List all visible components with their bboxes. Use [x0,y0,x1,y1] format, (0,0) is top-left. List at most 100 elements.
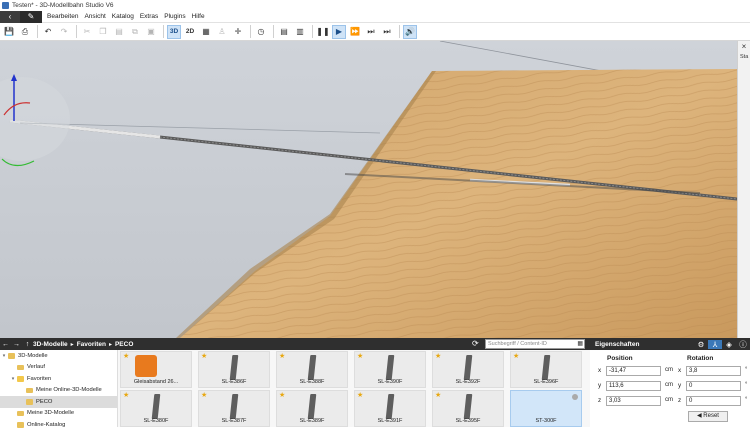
tree-item[interactable]: ▾ 3D-Modelle [0,350,117,362]
favorite-star-icon[interactable]: ★ [513,352,519,360]
rotation-y-field[interactable]: 0 [686,381,741,391]
search-options-icon[interactable]: ▦ [577,340,583,349]
favorite-star-icon[interactable]: ★ [279,391,285,399]
catalog-item[interactable]: ★ SL-E388F [276,351,348,388]
properties-panel: Position Rotation x -31,47 cm y 113,6 cm z 3,03… [590,350,750,427]
reset-label: Reset [703,413,719,419]
favorite-star-icon[interactable]: ★ [357,352,363,360]
catalog-item[interactable]: ★ Gleisabstand 26... [120,351,192,388]
folder-icon [17,364,24,370]
catalog-item[interactable]: ★ SL-E387F [198,390,270,427]
properties-title: Eigenschaften [595,340,640,348]
paste-icon[interactable]: ▤ [112,25,126,39]
track-piece-icon [541,355,551,380]
toolbar: 💾 ⎙ ↶ ↷ ✂ ❐ ▤ ⧉ ▣ 3D 2D ▦ ♙ ✛ ◷ ▤ ▥ ❚❚ ▶… [0,23,750,41]
search-input[interactable]: Suchbegriff / Content-ID ▦ [485,339,585,349]
refresh-icon[interactable]: ⟳ [472,339,479,348]
menu-extras[interactable]: Extras [137,13,161,20]
favorite-star-icon[interactable]: ★ [435,352,441,360]
close-icon[interactable]: × [738,42,750,51]
back-nav-button[interactable]: ‹ [0,10,20,23]
tree-item[interactable]: Meine Online-3D-Modelle [0,385,117,397]
expander-icon[interactable]: ▾ [0,353,8,359]
menu-ansicht[interactable]: Ansicht [81,13,108,20]
menu-katalog[interactable]: Katalog [109,13,137,20]
menu-plugins[interactable]: Plugins [161,13,188,20]
favorite-star-icon[interactable]: ★ [123,352,129,360]
print-icon[interactable]: ⎙ [18,25,32,39]
view-2d-button[interactable]: 2D [183,25,197,39]
info-icon[interactable]: ⓘ [736,339,750,350]
crosshair-icon[interactable]: ✛ [231,25,245,39]
tree-item-label: PECO [36,398,53,405]
catalog-item-label: Gleisabstand 26... [133,379,179,385]
track-piece-icon [229,394,239,419]
catalog-item[interactable]: ★ SL-E380F [120,390,192,427]
save-icon[interactable]: 💾 [2,25,16,39]
favorite-star-icon[interactable]: ★ [279,352,285,360]
menu-bearbeiten[interactable]: Bearbeiten [44,13,81,20]
sound-icon[interactable]: 🔊 [403,24,417,39]
rotation-axis-label: y [678,382,682,389]
clock-icon[interactable]: ◷ [254,25,268,39]
reset-button[interactable]: ◀ Reset [688,411,728,422]
favorite-star-icon[interactable]: ★ [357,391,363,399]
catalog-item[interactable]: ★ SL-E392F [432,351,504,388]
pencil-icon: ✎ [27,12,35,21]
position-y-field[interactable]: 113,6 [606,381,661,391]
favorite-star-icon[interactable]: ★ [201,391,207,399]
up-arrow-icon[interactable]: ↑ [22,341,33,348]
3d-viewport[interactable] [0,41,737,338]
image-icon[interactable]: ▥ [293,25,307,39]
tree-item[interactable]: Verlauf [0,362,117,374]
catalog-item[interactable]: ST-300F [510,390,582,427]
menu-hilfe[interactable]: Hilfe [189,13,208,20]
catalog-item[interactable]: ★ SL-E396F [510,351,582,388]
gear-icon[interactable]: ⚙ [694,340,708,349]
window-title: Testen* - 3D-Modellbahn Studio V6 [12,2,114,9]
side-tab-label[interactable]: Sta [738,54,750,60]
tree-item[interactable]: Meine 3D-Modelle [0,408,117,420]
grid-icon[interactable]: ▦ [199,25,213,39]
undo-icon[interactable]: ↶ [41,25,55,39]
catalog-item[interactable]: ★ SL-E391F [354,390,426,427]
figure-icon[interactable]: ♙ [215,25,229,39]
tree-item[interactable]: ▾ Favoriten [0,373,117,385]
play-icon[interactable]: ▶ [332,24,346,39]
skip-end-icon[interactable]: ⏭ [380,25,394,39]
favorite-star-icon[interactable]: ★ [201,352,207,360]
breadcrumb-favoriten[interactable]: Favoriten [77,341,106,348]
pause-icon[interactable]: ❚❚ [316,25,330,39]
side-panel-tab[interactable]: × Sta [737,41,750,338]
cut-icon[interactable]: ✂ [80,25,94,39]
favorite-star-icon[interactable]: ★ [123,391,129,399]
catalog-item[interactable]: ★ SL-E390F [354,351,426,388]
breadcrumb-3d-modelle[interactable]: 3D-Modelle [33,341,68,348]
faster-forward-icon[interactable]: ⏭ [364,25,378,39]
copy-icon[interactable]: ❐ [96,25,110,39]
expander-icon[interactable]: ▾ [9,376,17,382]
position-z-field[interactable]: 3,03 [606,396,661,406]
track-piece-icon [151,394,161,419]
fast-forward-icon[interactable]: ⏩ [348,25,362,39]
catalog-item[interactable]: ★ SL-E386F [198,351,270,388]
axes-icon[interactable]: ⅄ [708,339,722,349]
layers-icon[interactable]: ◈ [722,340,736,349]
layout-icon[interactable]: ▤ [277,25,291,39]
rotation-z-field[interactable]: 0 [686,396,741,406]
delete-icon[interactable]: ▣ [144,25,158,39]
back-arrow-icon[interactable]: ← [0,341,11,348]
position-x-field[interactable]: -31,47 [606,366,661,376]
forward-arrow-icon[interactable]: → [11,341,22,348]
catalog-item[interactable]: ★ SL-E389F [276,390,348,427]
tree-item[interactable]: PECO [0,396,117,408]
edit-mode-button[interactable]: ✎ [20,10,42,23]
breadcrumb-peco[interactable]: PECO [115,341,133,348]
redo-icon[interactable]: ↷ [57,25,71,39]
view-3d-button[interactable]: 3D [167,24,181,39]
tree-item[interactable]: Online-Katalog [0,419,117,431]
duplicate-icon[interactable]: ⧉ [128,25,142,39]
catalog-item[interactable]: ★ SL-E395F [432,390,504,427]
favorite-star-icon[interactable]: ★ [435,391,441,399]
rotation-x-field[interactable]: 3,8 [686,366,741,376]
